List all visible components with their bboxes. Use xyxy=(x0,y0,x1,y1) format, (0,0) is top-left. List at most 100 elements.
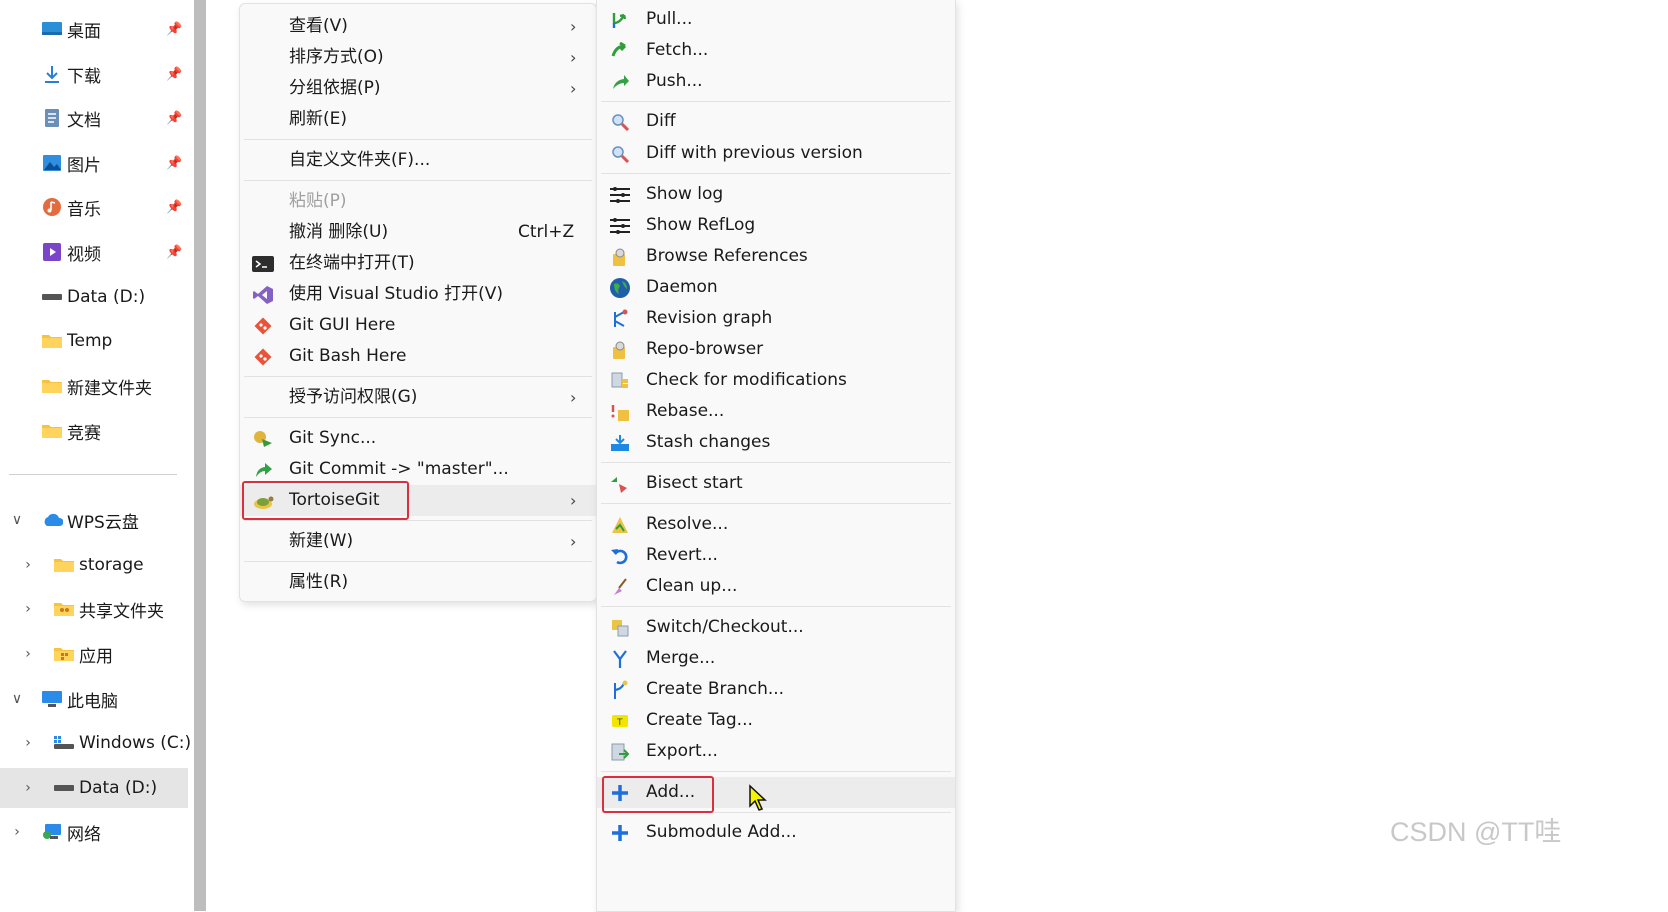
nav-item-temp[interactable]: Temp xyxy=(0,321,188,361)
menu-item-sort-by[interactable]: 排序方式(O) › xyxy=(240,42,596,73)
chevron-right-icon[interactable]: › xyxy=(20,646,36,662)
menu-item-clean-up[interactable]: Clean up... xyxy=(597,571,955,602)
menu-item-daemon[interactable]: Daemon xyxy=(597,272,955,303)
menu-item-show-log[interactable]: Show log xyxy=(597,179,955,210)
pin-icon[interactable]: 📌 xyxy=(166,22,182,37)
menu-item-label: Switch/Checkout... xyxy=(646,617,804,637)
chevron-right-icon: › xyxy=(570,491,577,510)
chevron-right-icon[interactable]: › xyxy=(9,824,25,840)
menu-item-give-access[interactable]: 授予访问权限(G) › xyxy=(240,382,596,413)
globe-icon xyxy=(609,278,631,298)
nav-item-wps-cloud[interactable]: ∨ WPS云盘 xyxy=(0,500,188,540)
nav-item-storage[interactable]: › storage xyxy=(0,545,188,585)
menu-item-revision-graph[interactable]: Revision graph xyxy=(597,303,955,334)
menu-item-create-tag[interactable]: T Create Tag... xyxy=(597,705,955,736)
nav-item-downloads[interactable]: 下载 📌 xyxy=(0,54,188,94)
menu-item-stash-changes[interactable]: Stash changes xyxy=(597,427,955,458)
nav-item-label: 图片 xyxy=(67,155,101,176)
picture-icon xyxy=(41,154,63,172)
menu-item-git-bash-here[interactable]: Git Bash Here xyxy=(240,341,596,372)
nav-item-data-d-tree[interactable]: › Data (D:) xyxy=(0,768,188,808)
chevron-right-icon[interactable]: › xyxy=(20,735,36,751)
nav-item-shared-folder[interactable]: › 共享文件夹 xyxy=(0,589,188,629)
menu-item-submodule-add[interactable]: Submodule Add... xyxy=(597,817,955,848)
nav-item-music[interactable]: 音乐 📌 xyxy=(0,187,188,227)
menu-item-refresh[interactable]: 刷新(E) xyxy=(240,104,596,135)
nav-item-new-folder[interactable]: 新建文件夹 xyxy=(0,366,188,406)
menu-item-show-reflog[interactable]: Show RefLog xyxy=(597,210,955,241)
menu-item-properties[interactable]: 属性(R) xyxy=(240,567,596,598)
menu-item-fetch[interactable]: Fetch... xyxy=(597,35,955,66)
menu-item-create-branch[interactable]: Create Branch... xyxy=(597,674,955,705)
git-icon xyxy=(252,347,274,367)
nav-item-apps[interactable]: › 应用 xyxy=(0,634,188,674)
menu-item-pull[interactable]: Pull... xyxy=(597,4,955,35)
chevron-right-icon[interactable]: › xyxy=(20,557,36,573)
menu-item-view[interactable]: 查看(V) › xyxy=(240,11,596,42)
chevron-right-icon: › xyxy=(570,79,577,98)
pin-icon[interactable]: 📌 xyxy=(166,200,182,215)
nav-item-pictures[interactable]: 图片 📌 xyxy=(0,143,188,183)
menu-item-open-terminal[interactable]: 在终端中打开(T) xyxy=(240,248,596,279)
menu-item-new[interactable]: 新建(W) › xyxy=(240,526,596,557)
shortcut-label: Ctrl+Z xyxy=(518,222,575,242)
menu-item-open-visual-studio[interactable]: 使用 Visual Studio 打开(V) xyxy=(240,279,596,310)
menu-item-push[interactable]: Push... xyxy=(597,66,955,97)
nav-item-desktop[interactable]: 桌面 📌 xyxy=(0,9,188,49)
push-icon xyxy=(609,72,631,92)
menu-item-rebase[interactable]: Rebase... xyxy=(597,396,955,427)
nav-item-windows-c[interactable]: › Windows (C:) xyxy=(0,723,191,763)
menu-item-diff[interactable]: Diff xyxy=(597,106,955,137)
menu-item-diff-previous[interactable]: Diff with previous version xyxy=(597,138,955,169)
menu-item-merge[interactable]: Merge... xyxy=(597,643,955,674)
nav-item-label: 竞赛 xyxy=(67,423,101,444)
network-icon xyxy=(41,823,63,841)
bisect-icon xyxy=(609,474,631,494)
menu-item-check-modifications[interactable]: Check for modifications xyxy=(597,365,955,396)
nav-item-contest[interactable]: 竞赛 xyxy=(0,411,188,451)
nav-scrollbar[interactable] xyxy=(194,0,206,911)
diff-icon xyxy=(609,112,631,132)
menu-item-label: Repo-browser xyxy=(646,339,764,359)
menu-item-customize-folder[interactable]: 自定义文件夹(F)... xyxy=(240,145,596,176)
nav-item-documents[interactable]: 文档 📌 xyxy=(0,98,188,138)
menu-item-export[interactable]: Export... xyxy=(597,736,955,767)
menu-item-bisect-start[interactable]: Bisect start xyxy=(597,468,955,499)
menu-item-repo-browser[interactable]: Repo-browser xyxy=(597,334,955,365)
menu-item-group-by[interactable]: 分组依据(P) › xyxy=(240,73,596,104)
pin-icon[interactable]: 📌 xyxy=(166,156,182,171)
menu-item-label: Git Sync... xyxy=(289,428,377,448)
menu-item-label: Bisect start xyxy=(646,473,743,493)
menu-item-browse-references[interactable]: Browse References xyxy=(597,241,955,272)
branch-icon xyxy=(609,680,631,700)
menu-item-git-gui-here[interactable]: Git GUI Here xyxy=(240,310,596,341)
nav-item-data-d[interactable]: Data (D:) xyxy=(0,277,188,317)
switch-icon xyxy=(609,618,631,638)
menu-item-label: 授予访问权限(G) xyxy=(289,387,418,407)
menu-item-git-sync[interactable]: Git Sync... xyxy=(240,423,596,454)
pin-icon[interactable]: 📌 xyxy=(166,245,182,260)
nav-item-videos[interactable]: 视频 📌 xyxy=(0,232,188,272)
nav-item-this-pc[interactable]: ∨ 此电脑 xyxy=(0,679,188,719)
chevron-right-icon[interactable]: › xyxy=(20,780,36,796)
merge-icon xyxy=(609,649,631,669)
pin-icon[interactable]: 📌 xyxy=(166,67,182,82)
menu-item-switch-checkout[interactable]: Switch/Checkout... xyxy=(597,612,955,643)
menu-item-undo-delete[interactable]: 撤消 删除(U) Ctrl+Z xyxy=(240,217,596,248)
music-icon xyxy=(41,198,63,216)
chevron-down-icon[interactable]: ∨ xyxy=(9,512,25,528)
visual-studio-icon xyxy=(252,285,274,305)
mouse-cursor-icon xyxy=(749,784,767,811)
nav-item-label: 桌面 xyxy=(67,21,101,42)
chevron-down-icon[interactable]: ∨ xyxy=(9,691,25,707)
rebase-icon xyxy=(609,402,631,422)
watermark: CSDN @TT哇 xyxy=(1390,817,1562,847)
menu-item-revert[interactable]: Revert... xyxy=(597,540,955,571)
check-modifications-icon xyxy=(609,371,631,391)
nav-item-network[interactable]: › 网络 xyxy=(0,812,188,852)
chevron-right-icon[interactable]: › xyxy=(20,601,36,617)
pin-icon[interactable]: 📌 xyxy=(166,111,182,126)
menu-item-label: 使用 Visual Studio 打开(V) xyxy=(289,284,504,304)
menu-item-resolve[interactable]: Resolve... xyxy=(597,509,955,540)
menu-item-label: 刷新(E) xyxy=(289,109,348,129)
